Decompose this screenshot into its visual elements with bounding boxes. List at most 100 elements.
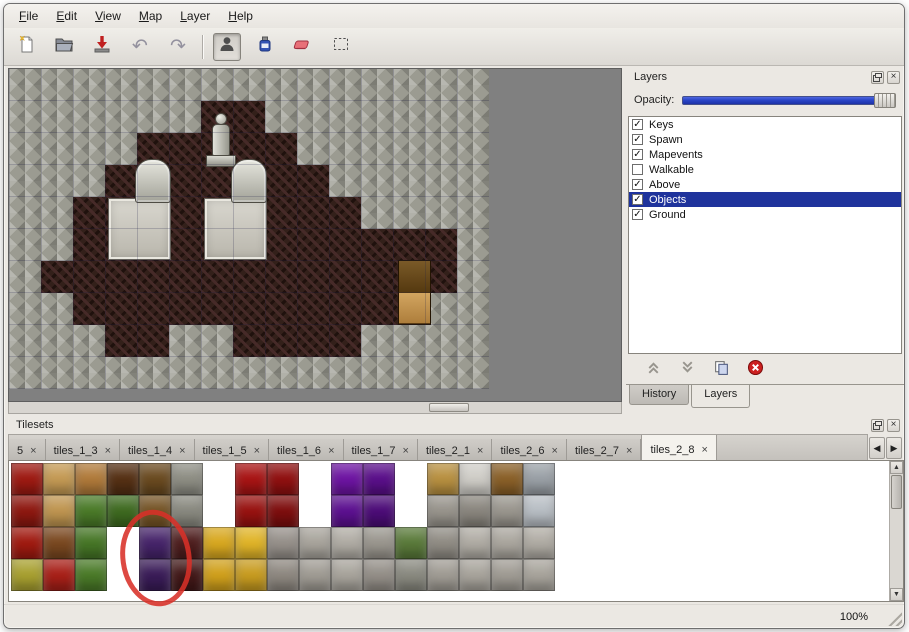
map-tile-floor[interactable] — [233, 325, 265, 357]
map-tile-wall[interactable] — [393, 165, 425, 197]
raise-layer-button[interactable] — [642, 359, 664, 379]
tileset-tile[interactable] — [363, 463, 395, 495]
tileset-tile[interactable] — [11, 527, 43, 559]
map-tile-floor[interactable] — [169, 197, 201, 229]
tab-close-icon[interactable]: × — [105, 446, 111, 457]
menu-view[interactable]: View — [86, 6, 130, 26]
tileset-tile[interactable] — [43, 559, 75, 591]
tileset-tile[interactable] — [299, 559, 331, 591]
pedestal-object[interactable] — [108, 198, 171, 260]
map-tile-wall[interactable] — [361, 133, 393, 165]
tileset-tile[interactable] — [139, 495, 171, 527]
map-tile-wall[interactable] — [41, 133, 73, 165]
tileset-tile[interactable] — [427, 527, 459, 559]
stamp-tool-button[interactable] — [213, 33, 241, 61]
map-tile-wall[interactable] — [393, 197, 425, 229]
detach-panel-icon[interactable] — [871, 419, 884, 432]
tileset-tile[interactable] — [523, 527, 555, 559]
dock-tab-history[interactable]: History — [629, 385, 689, 405]
resize-grip[interactable] — [886, 610, 902, 626]
map-tile-wall[interactable] — [265, 69, 297, 101]
map-tile-wall[interactable] — [73, 325, 105, 357]
map-tile-wall[interactable] — [361, 325, 393, 357]
scroll-down-icon[interactable]: ▼ — [890, 588, 903, 601]
map-tile-wall[interactable] — [329, 357, 361, 389]
save-button[interactable] — [88, 33, 116, 61]
map-tile-floor[interactable] — [73, 197, 105, 229]
map-tile-wall[interactable] — [297, 357, 329, 389]
layer-row-mapevents[interactable]: ✓Mapevents — [629, 147, 901, 162]
tileset-tile[interactable] — [107, 463, 139, 495]
map-tile-wall[interactable] — [425, 69, 457, 101]
map-tile-wall[interactable] — [265, 101, 297, 133]
map-tile-wall[interactable] — [425, 101, 457, 133]
close-panel-icon[interactable]: × — [887, 419, 900, 432]
tileset-tile[interactable] — [235, 527, 267, 559]
tileset-tile[interactable] — [491, 559, 523, 591]
menu-edit[interactable]: Edit — [47, 6, 86, 26]
map-tile-wall[interactable] — [105, 357, 137, 389]
layer-visibility-checkbox[interactable]: ✓ — [632, 119, 643, 130]
tileset-tile[interactable] — [523, 463, 555, 495]
map-tile-floor[interactable] — [105, 293, 137, 325]
tileset-tile[interactable] — [11, 463, 43, 495]
map-tile-wall[interactable] — [425, 165, 457, 197]
map-tile-wall[interactable] — [73, 165, 105, 197]
map-tile-wall[interactable] — [73, 101, 105, 133]
tileset-tile[interactable] — [459, 559, 491, 591]
map-tile-wall[interactable] — [457, 357, 489, 389]
map-tile-wall[interactable] — [201, 325, 233, 357]
tileset-tab-tiles_1_7[interactable]: tiles_1_7× — [344, 439, 418, 460]
layer-row-objects[interactable]: ✓Objects — [629, 192, 901, 207]
map-tile-floor[interactable] — [169, 261, 201, 293]
map-tile-wall[interactable] — [393, 133, 425, 165]
tab-close-icon[interactable]: × — [328, 446, 334, 457]
map-tile-floor[interactable] — [169, 293, 201, 325]
map-tile-floor[interactable] — [233, 101, 265, 133]
map-tile-floor[interactable] — [329, 197, 361, 229]
map-tile-wall[interactable] — [41, 165, 73, 197]
map-tile-floor[interactable] — [297, 325, 329, 357]
tombstone-object[interactable] — [231, 159, 267, 203]
map-tile-wall[interactable] — [457, 261, 489, 293]
map-tile-wall[interactable] — [457, 293, 489, 325]
tileset-tab-tiles_1_4[interactable]: tiles_1_4× — [120, 439, 194, 460]
layer-row-walkable[interactable]: Walkable — [629, 162, 901, 177]
undo-button[interactable]: ↶ — [126, 33, 154, 61]
tab-close-icon[interactable]: × — [179, 446, 185, 457]
map-tile-wall[interactable] — [297, 69, 329, 101]
map-tile-wall[interactable] — [393, 357, 425, 389]
tileset-tile[interactable] — [491, 495, 523, 527]
tileset-vertical-scrollbar[interactable]: ▲ ▼ — [889, 461, 903, 601]
map-tile-floor[interactable] — [361, 261, 393, 293]
scrollbar-thumb[interactable] — [429, 403, 469, 412]
tileset-tile[interactable] — [139, 527, 171, 559]
map-tile-wall[interactable] — [425, 357, 457, 389]
tileset-tile[interactable] — [235, 559, 267, 591]
open-folder-button[interactable] — [50, 33, 78, 61]
tileset-tile[interactable] — [43, 463, 75, 495]
tileset-tile[interactable] — [267, 559, 299, 591]
map-tile-floor[interactable] — [73, 293, 105, 325]
map-tile-wall[interactable] — [233, 69, 265, 101]
map-tile-floor[interactable] — [169, 133, 201, 165]
tileset-tile[interactable] — [11, 559, 43, 591]
map-tile-wall[interactable] — [457, 325, 489, 357]
map-tile-wall[interactable] — [73, 69, 105, 101]
scroll-tabs-left-icon[interactable]: ◀ — [869, 437, 885, 459]
layer-visibility-checkbox[interactable]: ✓ — [632, 134, 643, 145]
map-tile-floor[interactable] — [329, 261, 361, 293]
map-tile-floor[interactable] — [41, 261, 73, 293]
opacity-slider[interactable] — [682, 91, 896, 109]
map-tile-floor[interactable] — [265, 165, 297, 197]
map-tile-floor[interactable] — [105, 261, 137, 293]
redo-button[interactable]: ↷ — [164, 33, 192, 61]
map-tile-wall[interactable] — [361, 69, 393, 101]
tileset-tile[interactable] — [331, 527, 363, 559]
map-tile-wall[interactable] — [457, 229, 489, 261]
map-tile-wall[interactable] — [9, 229, 41, 261]
map-tile-wall[interactable] — [329, 101, 361, 133]
opacity-slider-handle[interactable] — [874, 93, 896, 108]
tileset-tile[interactable] — [11, 495, 43, 527]
map-tile-floor[interactable] — [137, 325, 169, 357]
